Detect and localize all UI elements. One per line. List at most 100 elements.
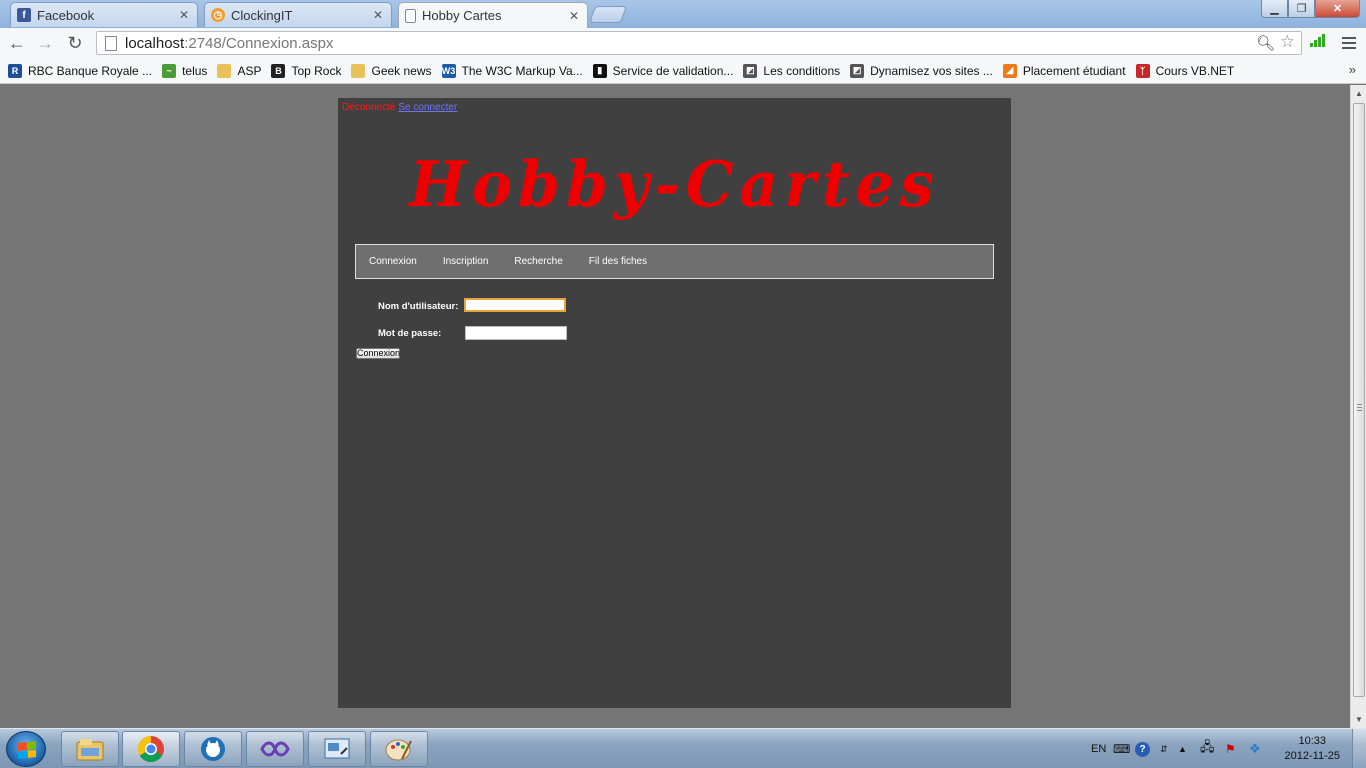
clock[interactable]: 10:33 2012-11-25 — [1285, 734, 1340, 764]
bookmark-item[interactable]: ◢ Placement étudiant — [1002, 63, 1126, 78]
bookmark-label: Geek news — [371, 63, 432, 78]
password-label: Mot de passe: — [378, 328, 442, 339]
show-hidden-icons-chevron-icon[interactable]: ▲ — [1178, 729, 1187, 768]
url-path: :2748/Connexion.aspx — [184, 34, 334, 52]
page-icon — [405, 8, 416, 23]
bookmark-label: ASP — [237, 63, 262, 78]
clock-date: 2012-11-25 — [1284, 750, 1340, 762]
visual-studio-icon — [260, 741, 290, 757]
taskbar-cat-app[interactable] — [184, 731, 242, 767]
bookmark-label: Cours VB.NET — [1155, 63, 1235, 78]
reload-icon[interactable]: ↻ — [64, 32, 86, 54]
taskbar-explorer[interactable] — [61, 731, 119, 767]
tab-strip: f Facebook ✕ ◷ ClockingIT ✕ Hobby Cartes… — [0, 0, 1366, 28]
tab-facebook[interactable]: f Facebook ✕ — [10, 2, 198, 27]
flag-alert-icon[interactable]: ⚑ — [1225, 729, 1236, 768]
scroll-up-icon[interactable]: ▲ — [1355, 89, 1363, 98]
folder-icon — [351, 63, 366, 78]
tab-title: Facebook — [37, 7, 95, 23]
bookmark-item[interactable]: ASP — [217, 63, 262, 78]
telus-icon: ~ — [162, 63, 177, 78]
control-panel-icon — [324, 738, 350, 759]
address-url[interactable]: localhost:2748/Connexion.aspx — [125, 35, 333, 52]
clock-icon: ◷ — [211, 8, 225, 22]
tab-hobby-cartes[interactable]: Hobby Cartes ✕ — [398, 2, 588, 28]
login-link[interactable]: Se connecter — [398, 102, 457, 113]
bookmark-label: The W3C Markup Va... — [461, 63, 583, 78]
maximize-button[interactable]: ❐ — [1288, 0, 1315, 18]
help-icon[interactable]: ? — [1135, 741, 1150, 757]
bookmark-item[interactable]: B Top Rock — [271, 63, 342, 78]
taskbar-visual-studio[interactable] — [246, 731, 304, 767]
menu-item-inscription[interactable]: Inscription — [443, 256, 489, 267]
taskbar-chrome[interactable] — [122, 731, 180, 767]
page-container: Déconnecté Se connecter Hobby-Cartes Conn… — [338, 98, 1011, 708]
menu-item-connexion[interactable]: Connexion — [369, 256, 417, 267]
keyboard-icon[interactable]: ⌨ — [1113, 729, 1130, 768]
vertical-scrollbar[interactable]: ▲ ▼ — [1350, 85, 1366, 728]
bookmark-item[interactable]: ◩ Dynamisez vos sites ... — [850, 63, 993, 78]
menu-item-recherche[interactable]: Recherche — [514, 256, 562, 267]
signal-extension-icon[interactable] — [1310, 34, 1325, 47]
tab-close-icon[interactable]: ✕ — [567, 9, 581, 23]
tab-title: ClockingIT — [231, 7, 293, 23]
login-button[interactable]: Connexion — [356, 348, 400, 359]
taskbar-control-panel[interactable] — [308, 731, 366, 767]
tab-close-icon[interactable]: ✕ — [177, 8, 191, 22]
login-status: Déconnecté Se connecter — [342, 102, 457, 113]
tab-clockingit[interactable]: ◷ ClockingIT ✕ — [204, 2, 392, 27]
network-icon[interactable]: 🖧 — [1200, 729, 1215, 768]
cat-icon — [201, 737, 225, 761]
bookmark-label: Placement étudiant — [1022, 63, 1126, 78]
username-label: Nom d'utilisateur: — [378, 301, 459, 312]
explorer-icon — [76, 739, 104, 761]
bookmark-item[interactable]: Geek news — [351, 63, 432, 78]
taskbar-paint[interactable] — [370, 731, 428, 767]
page-icon — [105, 35, 117, 51]
bookmark-item[interactable]: ▮ Service de validation... — [592, 63, 734, 78]
address-bar[interactable]: localhost:2748/Connexion.aspx 🔍︎ ☆ — [96, 31, 1302, 55]
scroll-down-icon[interactable]: ▼ — [1355, 715, 1363, 724]
bookmark-label: Dynamisez vos sites ... — [870, 63, 993, 78]
language-options-icon[interactable]: ⇵ — [1160, 729, 1168, 768]
bookmark-item[interactable]: ◩ Les conditions — [743, 63, 841, 78]
password-input[interactable] — [465, 326, 567, 340]
search-icon[interactable]: 🔍︎ — [1256, 34, 1275, 52]
placement-icon: ◢ — [1002, 63, 1017, 78]
bookmark-label: telus — [182, 63, 208, 78]
tab-title: Hobby Cartes — [422, 8, 502, 23]
windows-logo-icon — [18, 741, 36, 759]
language-indicator[interactable]: EN — [1091, 743, 1106, 755]
menu-item-fil-des-fiches[interactable]: Fil des fiches — [589, 256, 647, 267]
more-bookmarks-chevron-icon[interactable]: » — [1349, 62, 1356, 77]
site-logo: Hobby-Cartes — [409, 148, 940, 222]
bookmark-item[interactable]: ᛉ Cours VB.NET — [1135, 63, 1235, 78]
show-desktop-button[interactable] — [1352, 729, 1366, 768]
start-button[interactable] — [6, 731, 46, 767]
taskbar: EN ⌨ ? ⇵ ▲ 🖧 ⚑ ❖ 10:33 2012-11-25 — [0, 728, 1366, 768]
bookmark-item[interactable]: R RBC Banque Royale ... — [8, 63, 152, 78]
folder-icon — [217, 63, 232, 78]
main-menu: Connexion Inscription Recherche Fil des … — [355, 244, 994, 279]
username-input[interactable] — [464, 298, 566, 312]
bookmark-item[interactable]: ~ telus — [162, 63, 208, 78]
scrollbar-thumb[interactable] — [1353, 103, 1365, 697]
bookmark-label: Service de validation... — [612, 63, 734, 78]
bookmark-label: Top Rock — [291, 63, 342, 78]
forward-arrow-icon[interactable]: → — [34, 32, 56, 54]
minimize-button[interactable]: ▁ — [1261, 0, 1288, 18]
close-window-button[interactable]: ✕ — [1315, 0, 1360, 18]
menu-icon[interactable] — [1342, 37, 1356, 52]
url-host: localhost — [125, 34, 185, 52]
paint-icon — [385, 739, 412, 761]
vb-icon: ᛉ — [1135, 63, 1150, 78]
back-arrow-icon[interactable]: ← — [6, 32, 28, 54]
page-fold-icon: ◩ — [850, 63, 865, 78]
facebook-icon: f — [17, 8, 31, 22]
tab-close-icon[interactable]: ✕ — [371, 8, 385, 22]
dropbox-icon[interactable]: ❖ — [1249, 729, 1261, 768]
bookmark-item[interactable]: W3 The W3C Markup Va... — [441, 63, 583, 78]
new-tab-button[interactable] — [588, 6, 628, 23]
bookmark-label: Les conditions — [763, 63, 841, 78]
bookmark-star-icon[interactable]: ☆ — [1280, 32, 1295, 52]
